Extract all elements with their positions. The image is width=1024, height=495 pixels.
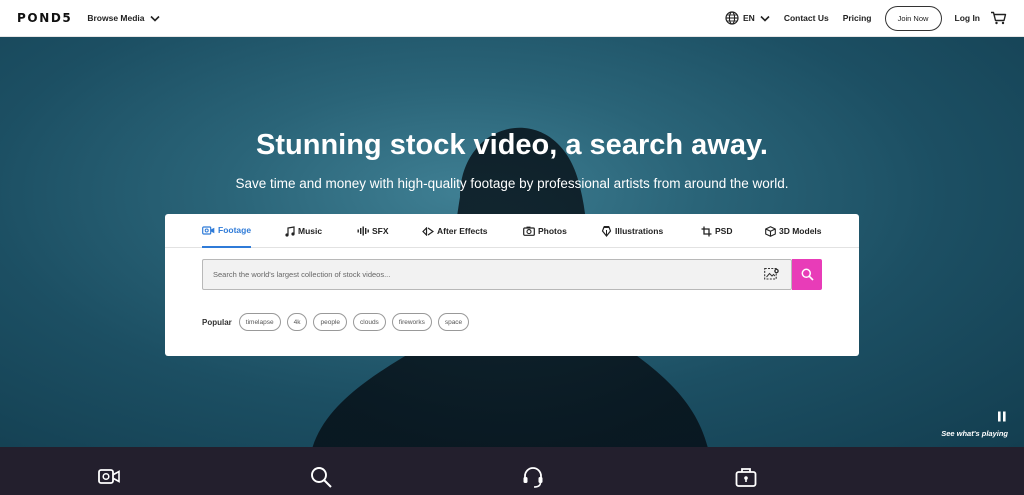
contact-us-link[interactable]: Contact Us: [784, 13, 829, 23]
chevron-down-icon: [149, 15, 160, 22]
search-field-wrapper: [202, 259, 792, 290]
nav-right-group: EN Contact Us Pricing Join Now Log In: [725, 5, 1007, 31]
video-camera-icon: [98, 468, 120, 485]
hero-title: Stunning stock video, a search away.: [256, 129, 768, 161]
log-in-link[interactable]: Log In: [955, 13, 981, 23]
search-button[interactable]: [792, 259, 822, 290]
music-note-icon: [285, 225, 295, 237]
tab-psd[interactable]: PSD: [701, 214, 732, 248]
pen-nib-icon: [601, 225, 612, 237]
camera-icon: [523, 226, 535, 236]
sound-wave-icon: [357, 226, 369, 236]
tab-label: 3D Models: [779, 226, 822, 236]
tab-3d-models[interactable]: 3D Models: [765, 214, 822, 248]
video-camera-icon: [202, 225, 215, 235]
media-type-tabs: Footage Music SFX After Effects Photos I…: [165, 214, 859, 248]
tab-label: After Effects: [437, 226, 488, 236]
popular-tag[interactable]: clouds: [353, 313, 386, 331]
popular-tag[interactable]: fireworks: [391, 313, 432, 331]
popular-tag[interactable]: 4k: [286, 313, 308, 331]
top-navigation: POND5 Browse Media EN Contact Us Pricing…: [0, 0, 1024, 37]
search-icon: [310, 466, 332, 488]
see-whats-playing-link[interactable]: See what's playing: [941, 429, 1008, 438]
tab-photos[interactable]: Photos: [523, 214, 567, 248]
language-label: EN: [743, 13, 755, 23]
crop-icon: [701, 226, 712, 236]
search-icon: [801, 268, 814, 281]
browse-media-label: Browse Media: [87, 13, 145, 23]
tab-illustrations[interactable]: Illustrations: [601, 214, 663, 248]
tab-label: Footage: [218, 225, 252, 235]
feature-strip: [0, 447, 1024, 495]
support-headset-icon: [522, 466, 544, 488]
join-now-button[interactable]: Join Now: [884, 5, 942, 31]
tab-sfx[interactable]: SFX: [357, 214, 389, 248]
language-selector[interactable]: EN: [725, 11, 770, 25]
popular-tags: Popular timelapse 4k people clouds firew…: [202, 313, 475, 331]
hero-video-background: Stunning stock video, a search away. Sav…: [0, 37, 1024, 447]
popular-tag[interactable]: timelapse: [238, 313, 281, 331]
cube-icon: [765, 225, 776, 237]
popular-label: Popular: [202, 317, 232, 327]
chevron-down-icon: [760, 15, 770, 22]
browse-media-menu[interactable]: Browse Media: [87, 13, 160, 23]
briefcase-lock-icon: [735, 466, 757, 488]
tab-footage[interactable]: Footage: [202, 214, 252, 248]
cart-icon[interactable]: [990, 11, 1007, 25]
search-panel: Footage Music SFX After Effects Photos I…: [165, 214, 859, 356]
tab-music[interactable]: Music: [285, 214, 322, 248]
tab-label: SFX: [372, 226, 389, 236]
popular-tag[interactable]: people: [313, 313, 348, 331]
tab-label: Illustrations: [615, 226, 664, 236]
tab-label: Photos: [538, 226, 567, 236]
after-effects-icon: [422, 226, 434, 236]
tab-label: PSD: [715, 226, 733, 236]
hero-subtitle: Save time and money with high-quality fo…: [235, 176, 789, 191]
pause-icon[interactable]: [997, 411, 1007, 422]
tab-label: Music: [298, 226, 323, 236]
tab-after-effects[interactable]: After Effects: [422, 214, 488, 248]
search-input[interactable]: [203, 260, 753, 289]
image-search-icon[interactable]: [764, 267, 780, 286]
pricing-link[interactable]: Pricing: [843, 13, 872, 23]
globe-icon: [725, 11, 739, 25]
pond5-logo[interactable]: POND5: [17, 11, 72, 25]
popular-tag[interactable]: space: [437, 313, 470, 331]
